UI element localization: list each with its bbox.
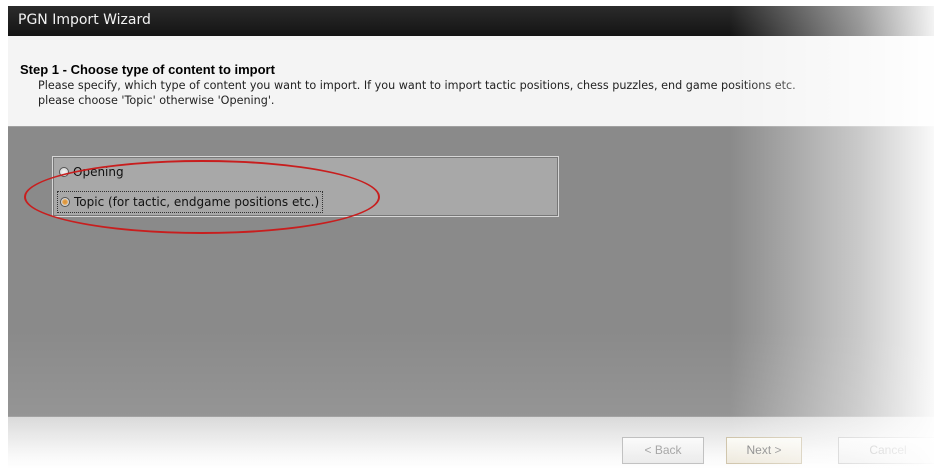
radio-topic[interactable]: Topic (for tactic, endgame positions etc… xyxy=(57,191,324,213)
wizard-header: Step 1 - Choose type of content to impor… xyxy=(8,36,934,127)
step-description: Please specify, which type of content yo… xyxy=(38,79,796,107)
radio-opening-label[interactable]: Opening xyxy=(73,165,124,179)
step-title: Step 1 - Choose type of content to impor… xyxy=(20,62,275,77)
back-button[interactable]: < Back xyxy=(622,437,704,464)
radio-topic-label[interactable]: Topic (for tactic, endgame positions etc… xyxy=(74,195,319,209)
radio-opening[interactable]: Opening xyxy=(59,162,124,182)
radio-topic-indicator[interactable] xyxy=(60,197,70,207)
radio-opening-indicator[interactable] xyxy=(59,167,69,177)
cancel-button[interactable]: Cancel xyxy=(838,437,934,464)
button-bar: < Back Next > Cancel xyxy=(8,416,934,468)
window-title: PGN Import Wizard xyxy=(18,12,151,28)
content-type-group: Opening Topic (for tactic, endgame posit… xyxy=(52,156,559,217)
next-button[interactable]: Next > xyxy=(726,437,802,464)
wizard-window: PGN Import Wizard Step 1 - Choose type o… xyxy=(8,6,934,468)
title-bar[interactable]: PGN Import Wizard xyxy=(8,6,934,36)
